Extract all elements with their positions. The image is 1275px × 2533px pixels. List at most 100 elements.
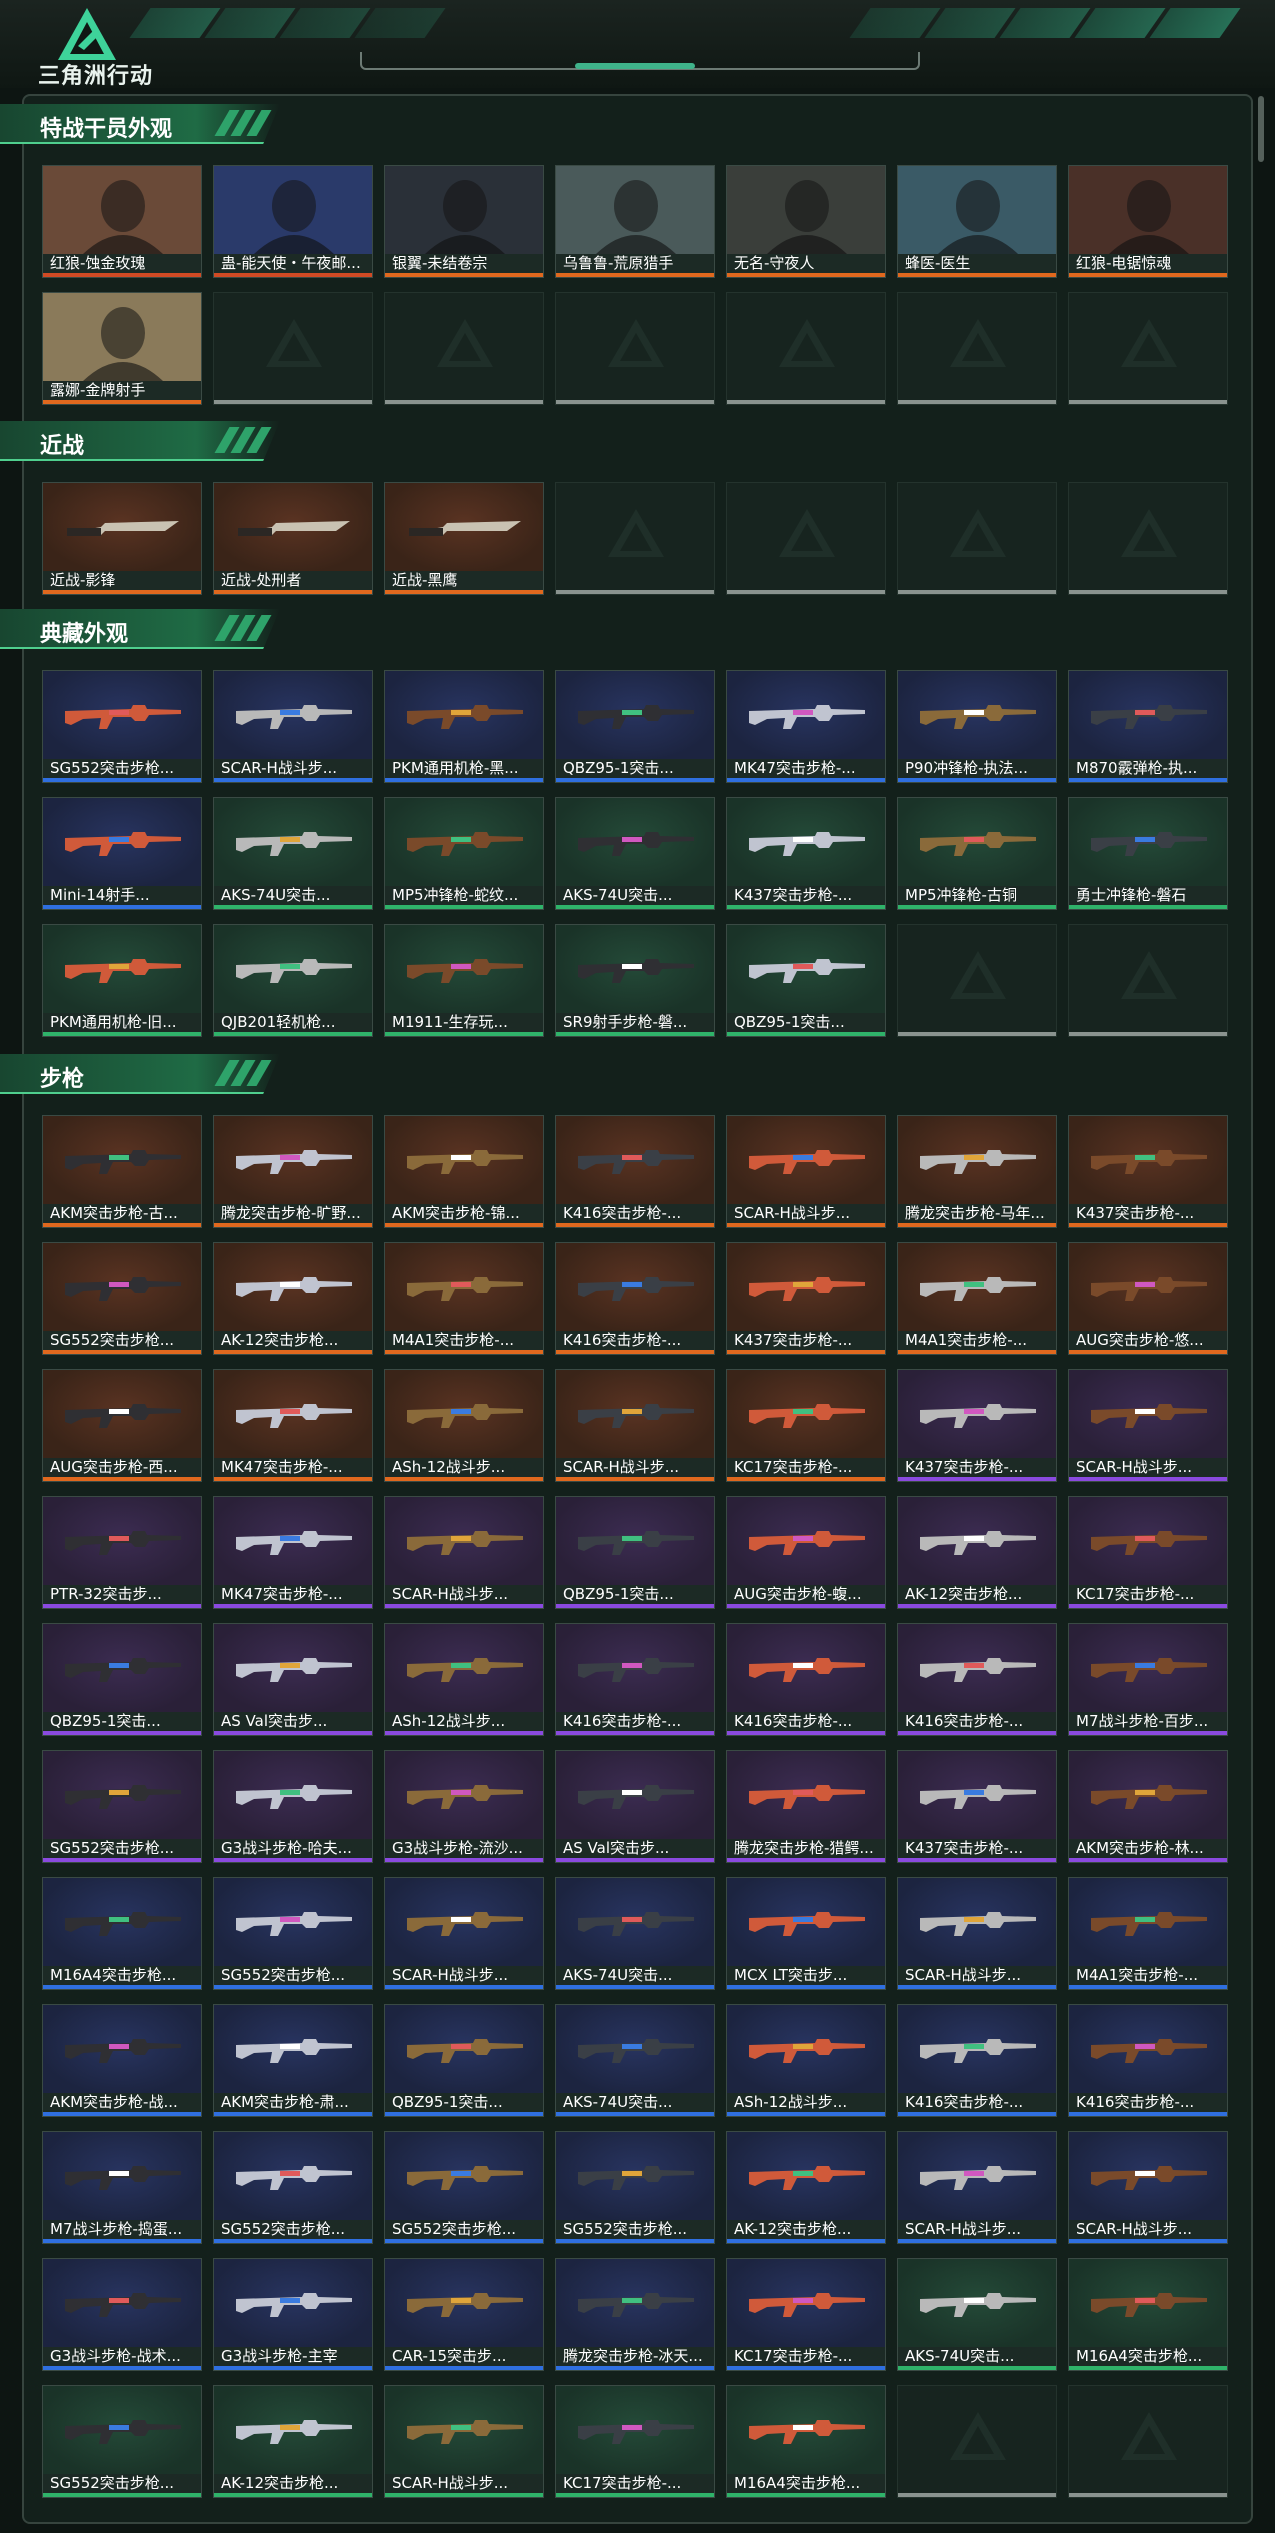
item-card[interactable]: KC17突击步枪-...	[1068, 1496, 1228, 1609]
item-card[interactable]: K416突击步枪-...	[555, 1623, 715, 1736]
item-card[interactable]: 红狼-蚀金玫瑰	[42, 165, 202, 278]
item-card[interactable]: SG552突击步枪...	[42, 1750, 202, 1863]
item-card[interactable]: AK-12突击步枪...	[213, 2385, 373, 2498]
item-card[interactable]: KC17突击步枪-...	[726, 2258, 886, 2371]
item-card[interactable]: MCX LT突击步...	[726, 1877, 886, 1990]
item-card[interactable]: SCAR-H战斗步...	[1068, 1369, 1228, 1482]
item-card[interactable]: SG552突击步枪...	[555, 2131, 715, 2244]
item-card[interactable]: AK-12突击步枪...	[897, 1496, 1057, 1609]
item-card[interactable]: KC17突击步枪-...	[555, 2385, 715, 2498]
item-card[interactable]: AKS-74U突击...	[555, 2004, 715, 2117]
item-card[interactable]: 红狼-电锯惊魂	[1068, 165, 1228, 278]
item-card[interactable]: 近战-影锋	[42, 482, 202, 595]
item-card[interactable]: SCAR-H战斗步...	[384, 2385, 544, 2498]
item-card[interactable]: SCAR-H战斗步...	[555, 1369, 715, 1482]
item-card[interactable]: M16A4突击步枪...	[726, 2385, 886, 2498]
item-card[interactable]: M16A4突击步枪...	[42, 1877, 202, 1990]
item-card[interactable]: AKS-74U突击...	[897, 2258, 1057, 2371]
item-card[interactable]: K416突击步枪-...	[897, 2004, 1057, 2117]
item-card[interactable]: AKM突击步枪-锦...	[384, 1115, 544, 1228]
item-card[interactable]: SG552突击步枪...	[42, 2385, 202, 2498]
item-card[interactable]: K437突击步枪-...	[726, 1242, 886, 1355]
item-card[interactable]: G3战斗步枪-战术...	[42, 2258, 202, 2371]
item-card[interactable]: AKS-74U突击...	[555, 1877, 715, 1990]
item-card[interactable]: K416突击步枪-...	[1068, 2004, 1228, 2117]
item-card[interactable]: K437突击步枪-...	[897, 1369, 1057, 1482]
item-card[interactable]: CAR-15突击步...	[384, 2258, 544, 2371]
item-card[interactable]: 腾龙突击步枪-马年...	[897, 1115, 1057, 1228]
item-card[interactable]: SCAR-H战斗步...	[897, 2131, 1057, 2244]
item-card[interactable]: PTR-32突击步...	[42, 1496, 202, 1609]
item-card[interactable]: 腾龙突击步枪-旷野...	[213, 1115, 373, 1228]
item-card[interactable]: SCAR-H战斗步...	[384, 1877, 544, 1990]
item-card[interactable]: 腾龙突击步枪-猎鳄...	[726, 1750, 886, 1863]
item-card[interactable]: AKM突击步枪-古...	[42, 1115, 202, 1228]
item-card[interactable]: 银翼-未结卷宗	[384, 165, 544, 278]
item-card[interactable]: K416突击步枪-...	[555, 1242, 715, 1355]
item-card[interactable]: SG552突击步枪...	[213, 1877, 373, 1990]
item-card[interactable]: QBZ95-1突击...	[726, 924, 886, 1037]
item-card[interactable]: SG552突击步枪...	[384, 2131, 544, 2244]
item-card[interactable]: M16A4突击步枪...	[1068, 2258, 1228, 2371]
item-card[interactable]: K416突击步枪-...	[897, 1623, 1057, 1736]
item-card[interactable]: QBZ95-1突击...	[555, 1496, 715, 1609]
item-card[interactable]: SCAR-H战斗步...	[897, 1877, 1057, 1990]
item-card[interactable]: AK-12突击步枪...	[726, 2131, 886, 2244]
item-card[interactable]: K437突击步枪-...	[897, 1750, 1057, 1863]
item-card[interactable]: ASh-12战斗步...	[384, 1369, 544, 1482]
item-card[interactable]: 近战-黑鹰	[384, 482, 544, 595]
item-card[interactable]: MP5冲锋枪-古铜	[897, 797, 1057, 910]
item-card[interactable]: ASh-12战斗步...	[384, 1623, 544, 1736]
item-card[interactable]: ASh-12战斗步...	[726, 2004, 886, 2117]
item-card[interactable]: AUG突击步枪-蝮...	[726, 1496, 886, 1609]
item-card[interactable]: M1911-生存玩...	[384, 924, 544, 1037]
item-card[interactable]: K416突击步枪-...	[726, 1623, 886, 1736]
item-card[interactable]: AS Val突击步...	[213, 1623, 373, 1736]
item-card[interactable]: AUG突击步枪-悠...	[1068, 1242, 1228, 1355]
item-card[interactable]: AKM突击步枪-肃...	[213, 2004, 373, 2117]
item-card[interactable]: AKM突击步枪-战...	[42, 2004, 202, 2117]
item-card[interactable]: PKM通用机枪-旧...	[42, 924, 202, 1037]
item-card[interactable]: 腾龙突击步枪-冰天...	[555, 2258, 715, 2371]
item-card[interactable]: SG552突击步枪...	[42, 1242, 202, 1355]
item-card[interactable]: K416突击步枪-...	[555, 1115, 715, 1228]
item-card[interactable]: 蛊-能天使・午夜邮...	[213, 165, 373, 278]
item-card[interactable]: QBZ95-1突击...	[384, 2004, 544, 2117]
item-card[interactable]: AKM突击步枪-林...	[1068, 1750, 1228, 1863]
item-card[interactable]: G3战斗步枪-主宰	[213, 2258, 373, 2371]
item-card[interactable]: M4A1突击步枪-...	[1068, 1877, 1228, 1990]
item-card[interactable]: SCAR-H战斗步...	[726, 1115, 886, 1228]
item-card[interactable]: QJB201轻机枪...	[213, 924, 373, 1037]
item-card[interactable]: M7战斗步枪-百步...	[1068, 1623, 1228, 1736]
item-card[interactable]: M4A1突击步枪-...	[384, 1242, 544, 1355]
item-card[interactable]: M4A1突击步枪-...	[897, 1242, 1057, 1355]
item-card[interactable]: AS Val突击步...	[555, 1750, 715, 1863]
item-card[interactable]: SCAR-H战斗步...	[1068, 2131, 1228, 2244]
item-card[interactable]: M7战斗步枪-捣蛋...	[42, 2131, 202, 2244]
scrollbar[interactable]	[1258, 96, 1264, 162]
item-card[interactable]: P90冲锋枪-执法...	[897, 670, 1057, 783]
item-card[interactable]: AKS-74U突击...	[555, 797, 715, 910]
item-card[interactable]: PKM通用机枪-黑...	[384, 670, 544, 783]
item-card[interactable]: QBZ95-1突击...	[555, 670, 715, 783]
item-card[interactable]: QBZ95-1突击...	[42, 1623, 202, 1736]
item-card[interactable]: SG552突击步枪...	[213, 2131, 373, 2244]
item-card[interactable]: 勇士冲锋枪-磐石	[1068, 797, 1228, 910]
item-card[interactable]: AUG突击步枪-西...	[42, 1369, 202, 1482]
item-card[interactable]: MP5冲锋枪-蛇纹...	[384, 797, 544, 910]
item-card[interactable]: MK47突击步枪-...	[213, 1496, 373, 1609]
item-card[interactable]: M870霰弹枪-执...	[1068, 670, 1228, 783]
item-card[interactable]: MK47突击步枪-...	[726, 670, 886, 783]
item-card[interactable]: 露娜-金牌射手	[42, 292, 202, 405]
item-card[interactable]: SG552突击步枪...	[42, 670, 202, 783]
item-card[interactable]: SCAR-H战斗步...	[213, 670, 373, 783]
item-card[interactable]: SCAR-H战斗步...	[384, 1496, 544, 1609]
item-card[interactable]: SR9射手步枪-磐...	[555, 924, 715, 1037]
item-card[interactable]: MK47突击步枪-...	[213, 1369, 373, 1482]
item-card[interactable]: 近战-处刑者	[213, 482, 373, 595]
item-card[interactable]: Mini-14射手...	[42, 797, 202, 910]
item-card[interactable]: 无名-守夜人	[726, 165, 886, 278]
item-card[interactable]: G3战斗步枪-哈夫...	[213, 1750, 373, 1863]
item-card[interactable]: K437突击步枪-...	[726, 797, 886, 910]
item-card[interactable]: K437突击步枪-...	[1068, 1115, 1228, 1228]
